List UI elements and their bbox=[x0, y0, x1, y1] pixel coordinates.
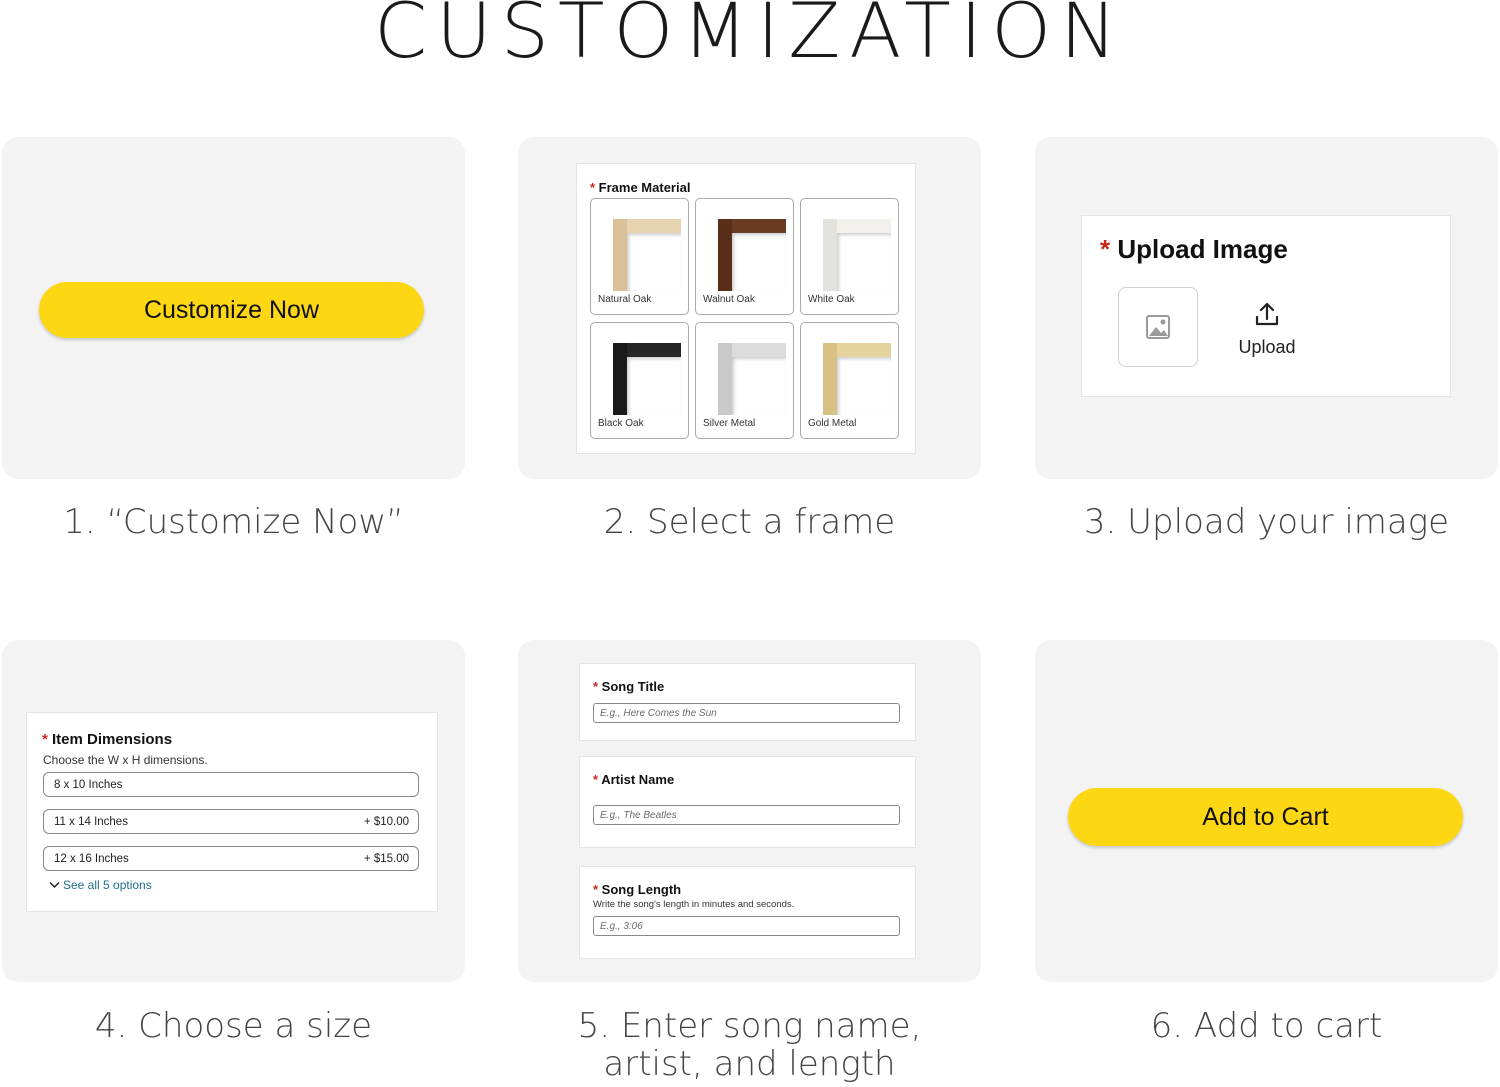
frame-option-natural-oak[interactable]: Natural Oak bbox=[590, 198, 689, 315]
step2-card: * Frame Material Natural Oak Walnut Oak Wh… bbox=[518, 137, 981, 479]
step6-caption: 6. Add to cart bbox=[1150, 1006, 1383, 1046]
upload-icon bbox=[1255, 302, 1279, 326]
step1-caption: 1. “Customize Now” bbox=[63, 502, 404, 542]
frame-swatch-inner bbox=[837, 233, 891, 291]
song-length-text: Song Length bbox=[601, 882, 682, 897]
step5-card: * Song Title * Artist Name * Song Length… bbox=[518, 640, 981, 982]
step4-caption: 4. Choose a size bbox=[94, 1006, 373, 1046]
frame-option-label: Silver Metal bbox=[703, 418, 756, 429]
song-title-text: Song Title bbox=[601, 679, 665, 694]
step5-caption: 5. Enter song name, artist, and length bbox=[518, 1007, 981, 1083]
dimension-size: 12 x 16 Inches bbox=[54, 852, 129, 865]
frame-swatch-inner bbox=[627, 233, 681, 291]
required-marker: * bbox=[1100, 234, 1118, 264]
frame-swatch-side bbox=[823, 343, 837, 415]
frame-swatch bbox=[718, 219, 786, 291]
see-all-options-text: See all 5 options bbox=[63, 878, 152, 892]
frame-material-label: * Frame Material bbox=[590, 180, 690, 195]
chevron-down-icon bbox=[49, 881, 60, 889]
dimension-price: + $15.00 bbox=[363, 852, 409, 865]
frame-swatch-side bbox=[613, 343, 627, 415]
required-marker: * bbox=[42, 731, 53, 748]
add-to-cart-button[interactable]: Add to Cart bbox=[1068, 788, 1463, 846]
frame-swatch-inner bbox=[732, 233, 786, 291]
frame-option-black-oak[interactable]: Black Oak bbox=[590, 322, 689, 439]
frame-swatch-side bbox=[718, 343, 732, 415]
upload-image-panel: * Upload Image Upload bbox=[1081, 215, 1451, 397]
step6-card: Add to Cart bbox=[1035, 640, 1498, 982]
frame-swatch-inner bbox=[627, 357, 681, 415]
frame-swatch-side bbox=[613, 219, 627, 291]
step2-caption: 2. Select a frame bbox=[603, 502, 896, 542]
frame-swatch-inner bbox=[732, 357, 786, 415]
item-dimensions-label: * Item Dimensions bbox=[42, 731, 172, 748]
required-marker: * bbox=[593, 679, 602, 694]
customize-now-button[interactable]: Customize Now bbox=[39, 282, 424, 338]
frame-swatch-side bbox=[718, 219, 732, 291]
frame-swatch bbox=[823, 343, 891, 415]
frame-swatch bbox=[718, 343, 786, 415]
song-title-input[interactable] bbox=[593, 703, 900, 723]
step5-caption-line1: 5. Enter song name, bbox=[577, 1006, 922, 1046]
frame-option-walnut-oak[interactable]: Walnut Oak bbox=[695, 198, 794, 315]
frame-material-text: Frame Material bbox=[598, 180, 691, 195]
song-title-label: * Song Title bbox=[593, 679, 664, 694]
song-length-input[interactable] bbox=[593, 916, 900, 936]
required-marker: * bbox=[593, 772, 602, 787]
item-dimensions-text: Item Dimensions bbox=[52, 731, 173, 748]
upload-button[interactable]: Upload bbox=[1227, 300, 1307, 358]
artist-name-panel: * Artist Name bbox=[579, 756, 916, 848]
song-length-hint: Write the song's length in minutes and s… bbox=[593, 899, 795, 910]
required-marker: * bbox=[593, 882, 602, 897]
frame-option-label: Natural Oak bbox=[598, 294, 652, 305]
dimension-option-11x14[interactable]: 11 x 14 Inches + $10.00 bbox=[43, 809, 419, 834]
frame-swatch bbox=[613, 219, 681, 291]
step3-caption: 3. Upload your image bbox=[1083, 502, 1450, 542]
frame-option-gold-metal[interactable]: Gold Metal bbox=[800, 322, 899, 439]
item-dimensions-panel: * Item Dimensions Choose the W x H dimen… bbox=[26, 712, 438, 912]
step5-caption-line2: artist, and length bbox=[603, 1044, 896, 1084]
artist-name-input[interactable] bbox=[593, 805, 900, 825]
upload-label: Upload bbox=[1238, 337, 1296, 357]
dimensions-hint: Choose the W x H dimensions. bbox=[43, 753, 208, 767]
step1-card: Customize Now bbox=[2, 137, 465, 479]
dimension-size: 8 x 10 Inches bbox=[54, 778, 123, 791]
frame-material-panel: * Frame Material Natural Oak Walnut Oak Wh… bbox=[576, 163, 916, 454]
step4-card: * Item Dimensions Choose the W x H dimen… bbox=[2, 640, 465, 982]
artist-name-label: * Artist Name bbox=[593, 772, 674, 787]
image-placeholder-icon bbox=[1146, 315, 1170, 339]
frame-swatch-side bbox=[823, 219, 837, 291]
upload-image-label: * Upload Image bbox=[1100, 234, 1288, 265]
frame-swatch bbox=[613, 343, 681, 415]
dimension-option-12x16[interactable]: 12 x 16 Inches + $15.00 bbox=[43, 846, 419, 871]
song-length-label: * Song Length bbox=[593, 882, 681, 897]
frame-option-label: Gold Metal bbox=[808, 418, 857, 429]
artist-name-text: Artist Name bbox=[601, 772, 675, 787]
frame-option-silver-metal[interactable]: Silver Metal bbox=[695, 322, 794, 439]
frame-option-label: Black Oak bbox=[598, 418, 644, 429]
frame-option-white-oak[interactable]: White Oak bbox=[800, 198, 899, 315]
dimension-size: 11 x 14 Inches bbox=[54, 815, 128, 828]
frame-swatch-inner bbox=[837, 357, 891, 415]
step3-card: * Upload Image Upload bbox=[1035, 137, 1498, 479]
song-length-panel: * Song Length Write the song's length in… bbox=[579, 866, 916, 959]
frame-option-label: Walnut Oak bbox=[703, 294, 755, 305]
page-title: CUSTOMIZATION bbox=[374, 0, 1126, 75]
frame-option-label: White Oak bbox=[808, 294, 855, 305]
see-all-options-link[interactable]: See all 5 options bbox=[49, 878, 152, 892]
upload-image-text: Upload Image bbox=[1117, 234, 1288, 264]
required-marker: * bbox=[590, 180, 599, 195]
image-thumbnail-placeholder[interactable] bbox=[1118, 287, 1198, 367]
frame-swatch bbox=[823, 219, 891, 291]
dimension-option-8x10[interactable]: 8 x 10 Inches bbox=[43, 772, 419, 797]
dimension-price: + $10.00 bbox=[363, 815, 409, 828]
song-title-panel: * Song Title bbox=[579, 663, 916, 741]
